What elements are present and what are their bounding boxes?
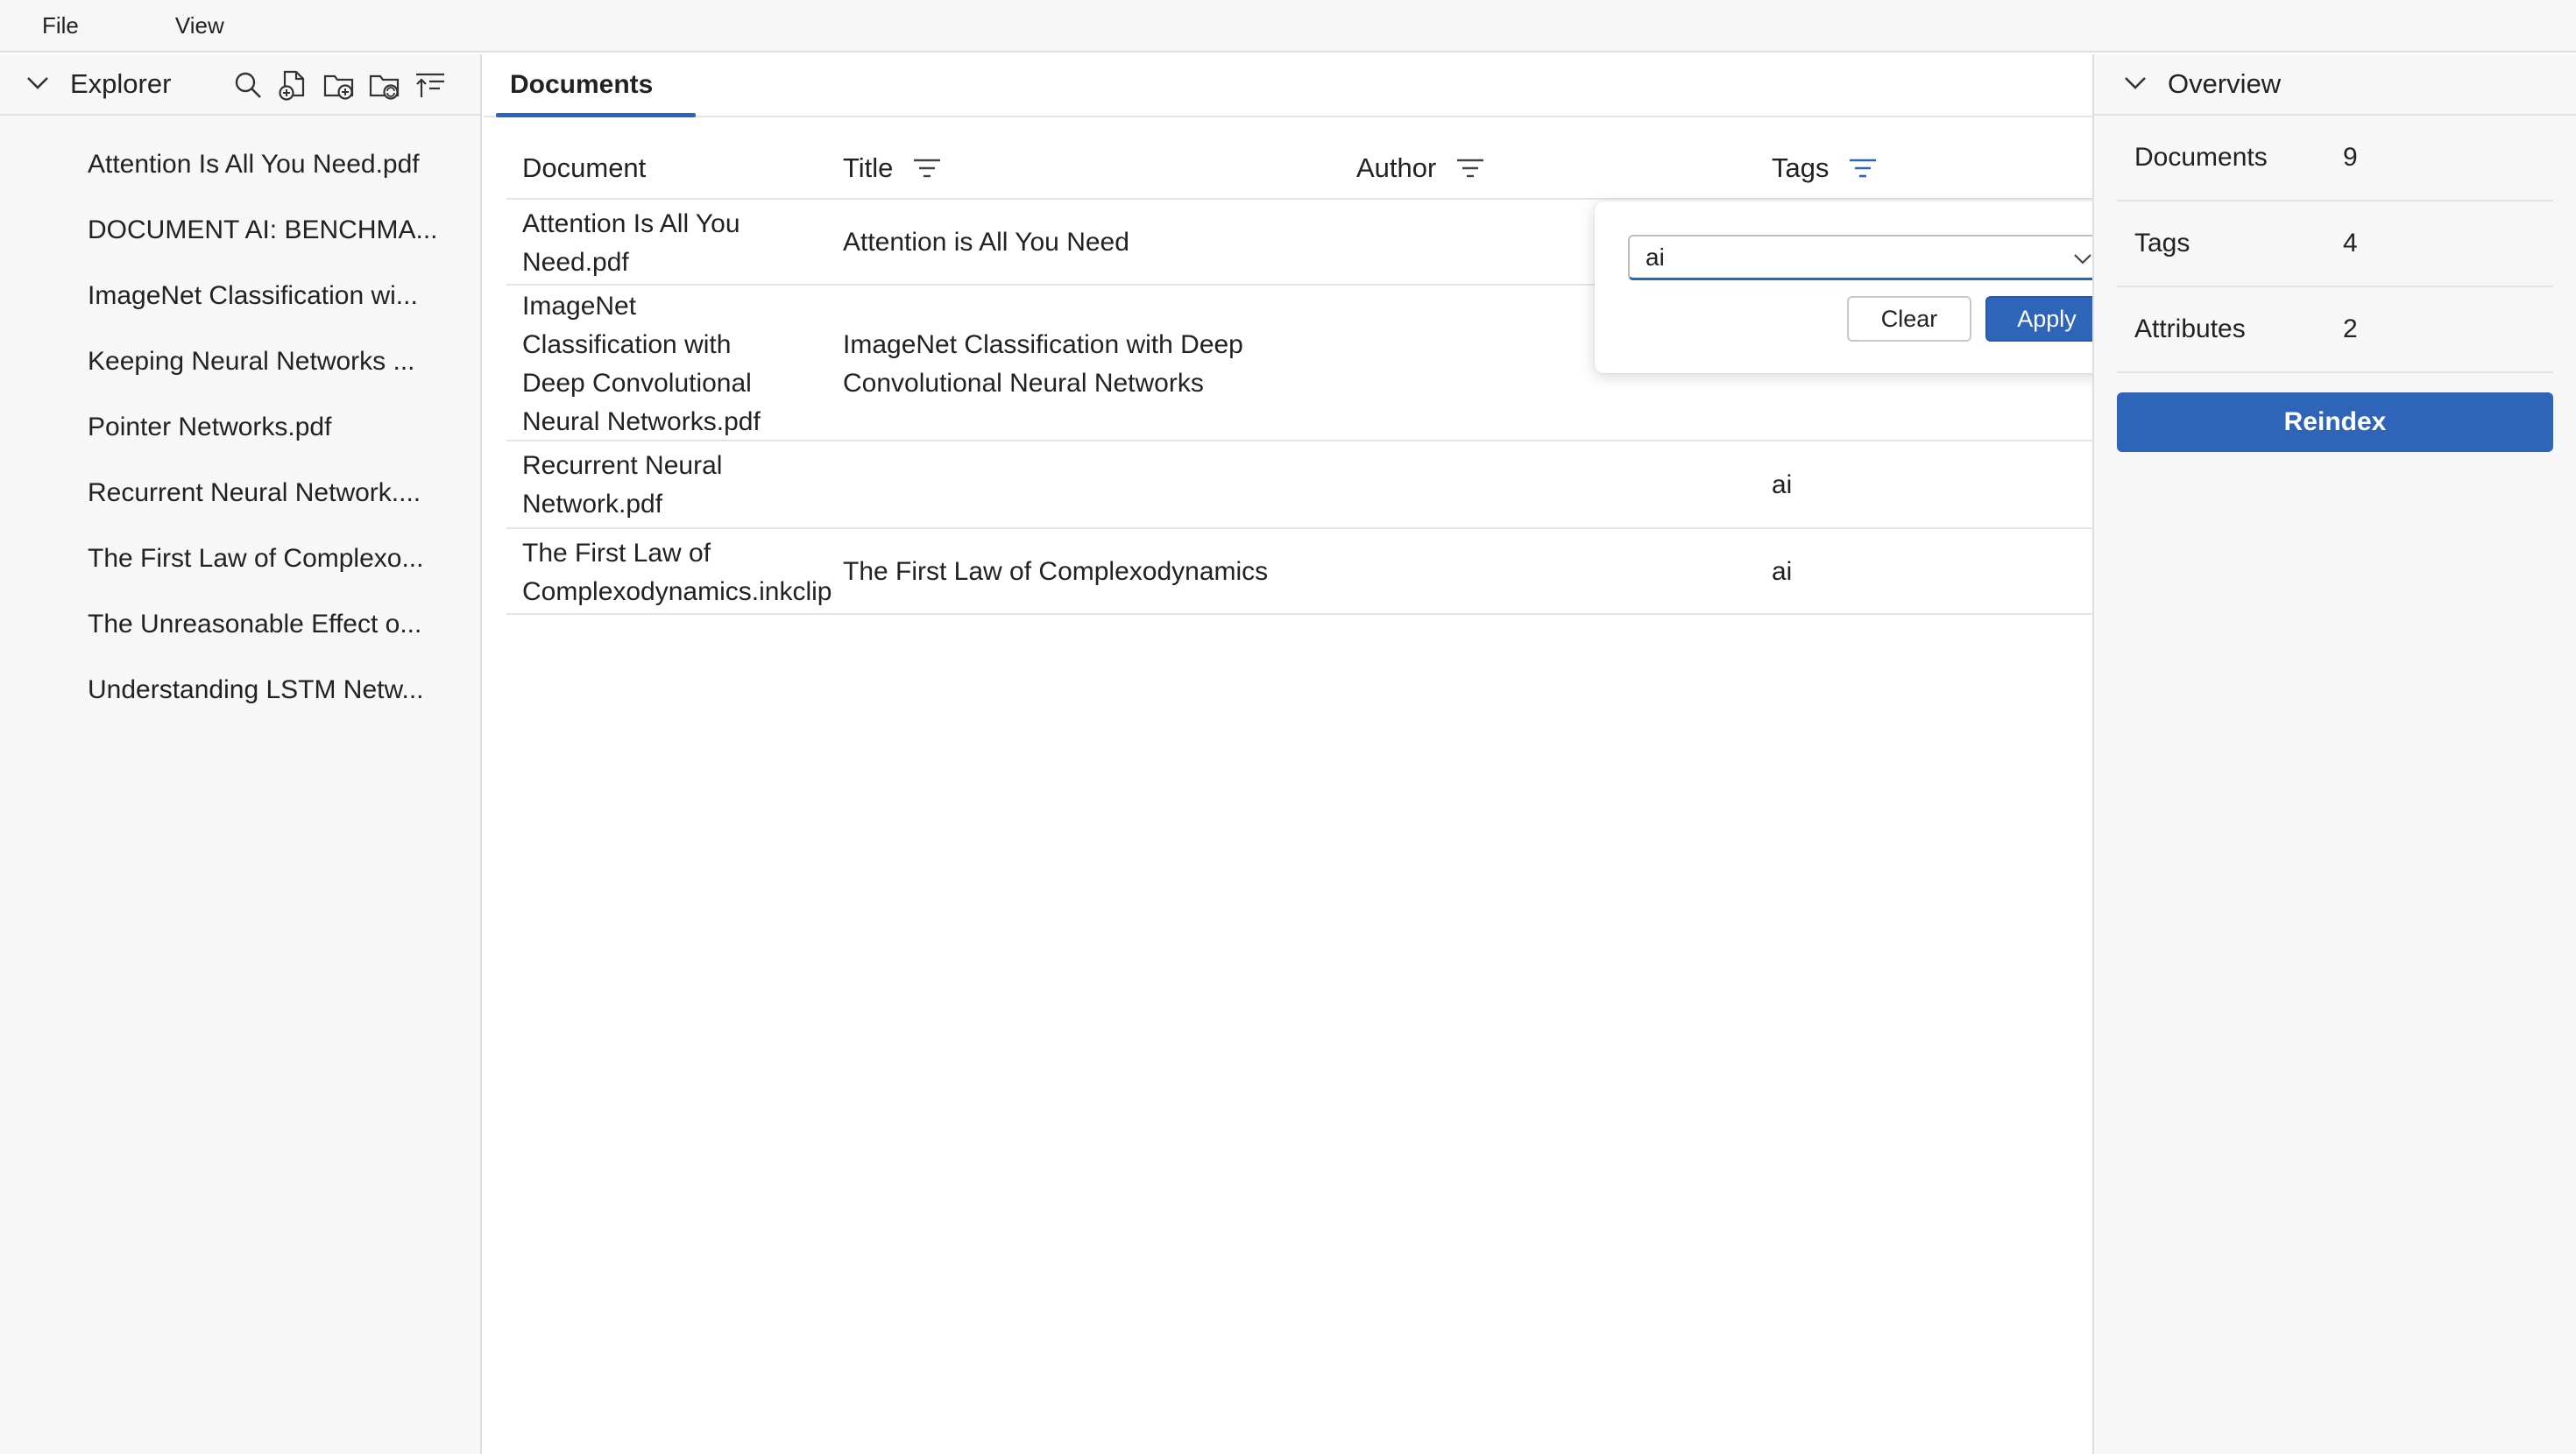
tab-bar: Documents	[484, 54, 2092, 117]
new-folder-icon[interactable]	[322, 68, 356, 102]
file-list: Attention Is All You Need.pdf DOCUMENT A…	[0, 116, 480, 723]
reindex-button[interactable]: Reindex	[2117, 392, 2553, 452]
tag-filter-value: ai	[1645, 243, 1665, 271]
filter-active-icon[interactable]	[1848, 157, 1878, 180]
chevron-down-icon[interactable]	[2071, 247, 2094, 276]
filter-icon[interactable]	[912, 157, 942, 180]
stat-row-documents: Documents 9	[2117, 116, 2553, 201]
cell-text: Recurrent Neural	[522, 451, 723, 480]
menu-view[interactable]: View	[175, 12, 224, 39]
column-label: Author	[1356, 152, 1437, 183]
explorer-header[interactable]: Explorer	[0, 54, 480, 116]
file-item[interactable]: Attention Is All You Need.pdf	[0, 131, 480, 197]
cell-text: Classification with	[522, 330, 732, 359]
menu-file[interactable]: File	[42, 12, 79, 39]
stat-value: 2	[2343, 314, 2358, 343]
table-row[interactable]: The First Law of Complexodynamics.inkcli…	[506, 529, 2092, 615]
stat-label: Tags	[2134, 229, 2190, 258]
column-header-title[interactable]: Title	[843, 137, 942, 200]
clear-button[interactable]: Clear	[1847, 296, 1971, 342]
file-item[interactable]: Pointer Networks.pdf	[0, 394, 480, 460]
menu-bar: File View	[0, 0, 2576, 53]
stat-label: Documents	[2134, 143, 2268, 172]
cell-text: Convolutional Neural Networks	[843, 369, 1204, 398]
apply-button[interactable]: Apply	[1985, 296, 2108, 342]
column-label: Tags	[1772, 152, 1829, 183]
tag-filter-combobox[interactable]: ai	[1628, 235, 2108, 280]
cell-text: Network.pdf	[522, 490, 663, 519]
column-header-author[interactable]: Author	[1356, 137, 1485, 200]
file-item[interactable]: Keeping Neural Networks ...	[0, 328, 480, 394]
column-header-document[interactable]: Document	[522, 137, 646, 200]
chevron-down-icon[interactable]	[25, 69, 51, 100]
cell-text: Deep Convolutional	[522, 369, 752, 398]
cell-title: ImageNet Classification with Deep Convol…	[843, 326, 1334, 403]
active-tab-indicator	[496, 113, 696, 117]
cell-title: Attention is All You Need	[843, 228, 1129, 257]
cell-text: Complexodynamics.inkclip	[522, 577, 832, 606]
table-header: Document Title Author Tags	[506, 137, 2092, 200]
explorer-toolbar	[231, 68, 447, 102]
cell-title: The First Law of Complexodynamics	[843, 557, 1269, 586]
overview-panel: Overview Documents 9 Tags 4 Attributes 2…	[2092, 54, 2576, 1454]
column-label: Title	[843, 152, 894, 183]
column-label: Document	[522, 152, 647, 183]
cell-tags: ai	[1772, 470, 1793, 499]
file-item[interactable]: Recurrent Neural Network....	[0, 460, 480, 526]
cell-text: The First Law of	[522, 539, 711, 568]
cell-tags: ai	[1772, 557, 1793, 586]
chevron-down-icon[interactable]	[2122, 69, 2148, 100]
file-item[interactable]: DOCUMENT AI: BENCHMA...	[0, 197, 480, 263]
filter-icon[interactable]	[1455, 157, 1485, 180]
overview-title: Overview	[2168, 68, 2282, 99]
column-header-tags[interactable]: Tags	[1772, 137, 1878, 200]
stat-value: 4	[2343, 229, 2358, 258]
file-item[interactable]: ImageNet Classification wi...	[0, 263, 480, 328]
file-item[interactable]: Understanding LSTM Netw...	[0, 657, 480, 723]
sort-icon[interactable]	[414, 68, 447, 102]
cell-text: ImageNet Classification with Deep	[843, 330, 1243, 359]
cell-document: Attention Is All You Need.pdf	[522, 205, 855, 282]
file-item[interactable]: The First Law of Complexo...	[0, 526, 480, 591]
cell-document: Recurrent Neural Network.pdf	[522, 447, 855, 524]
cell-text: Attention Is All You	[522, 209, 740, 238]
cell-document: The First Law of Complexodynamics.inkcli…	[522, 534, 890, 611]
tags-filter-popover: ai Clear Apply	[1595, 201, 2141, 373]
cell-text: Need.pdf	[522, 248, 629, 277]
table-row[interactable]: Recurrent Neural Network.pdf ai	[506, 441, 2092, 529]
stat-value: 9	[2343, 143, 2358, 172]
folder-sync-icon[interactable]	[368, 68, 401, 102]
stat-label: Attributes	[2134, 314, 2246, 343]
search-icon[interactable]	[231, 68, 265, 102]
file-item[interactable]: The Unreasonable Effect o...	[0, 591, 480, 657]
explorer-title: Explorer	[70, 68, 172, 99]
cell-document: ImageNet Classification with Deep Convol…	[522, 287, 855, 441]
stat-row-attributes: Attributes 2	[2117, 287, 2553, 373]
cell-text: Neural Networks.pdf	[522, 407, 761, 436]
cell-text: ImageNet	[522, 292, 637, 321]
tab-documents[interactable]: Documents	[496, 54, 667, 117]
stat-row-tags: Tags 4	[2117, 201, 2553, 287]
overview-header[interactable]: Overview	[2094, 54, 2576, 116]
new-file-icon[interactable]	[277, 68, 310, 102]
explorer-panel: Explorer Attention Is All You Need.pdf D…	[0, 54, 482, 1454]
